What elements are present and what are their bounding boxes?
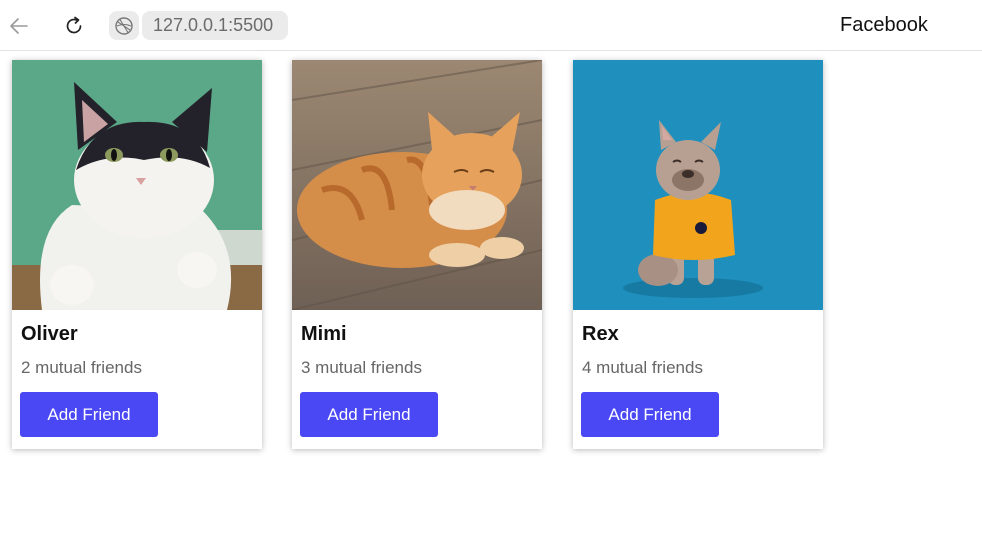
mutual-friends-count: 3 mutual friends	[301, 358, 422, 377]
orange-tabby-cat-photo	[292, 60, 542, 310]
friend-name: Rex	[582, 323, 619, 345]
friend-card-rex: Rex 4 mutual friends Add Friend	[573, 60, 823, 449]
browser-toolbar: 127.0.0.1:5500 Facebook	[0, 0, 982, 51]
mutual-friends-count: 4 mutual friends	[582, 358, 703, 377]
site-info-icon[interactable]	[109, 11, 139, 40]
friend-name: Oliver	[21, 323, 78, 345]
add-friend-button[interactable]: Add Friend	[300, 392, 438, 437]
black-white-cat-photo	[12, 60, 262, 310]
french-bulldog-photo	[573, 60, 823, 310]
friend-card-mimi: Mimi 3 mutual friends Add Friend	[292, 60, 542, 449]
friend-card-oliver: Oliver 2 mutual friends Add Friend	[12, 60, 262, 449]
page-title: Facebook	[840, 14, 928, 36]
reload-icon[interactable]	[61, 13, 87, 39]
friend-name: Mimi	[301, 323, 347, 345]
add-friend-button[interactable]: Add Friend	[581, 392, 719, 437]
address-bar[interactable]: 127.0.0.1:5500	[142, 11, 288, 40]
add-friend-button[interactable]: Add Friend	[20, 392, 158, 437]
mutual-friends-count: 2 mutual friends	[21, 358, 142, 377]
back-arrow-icon[interactable]	[6, 13, 32, 39]
